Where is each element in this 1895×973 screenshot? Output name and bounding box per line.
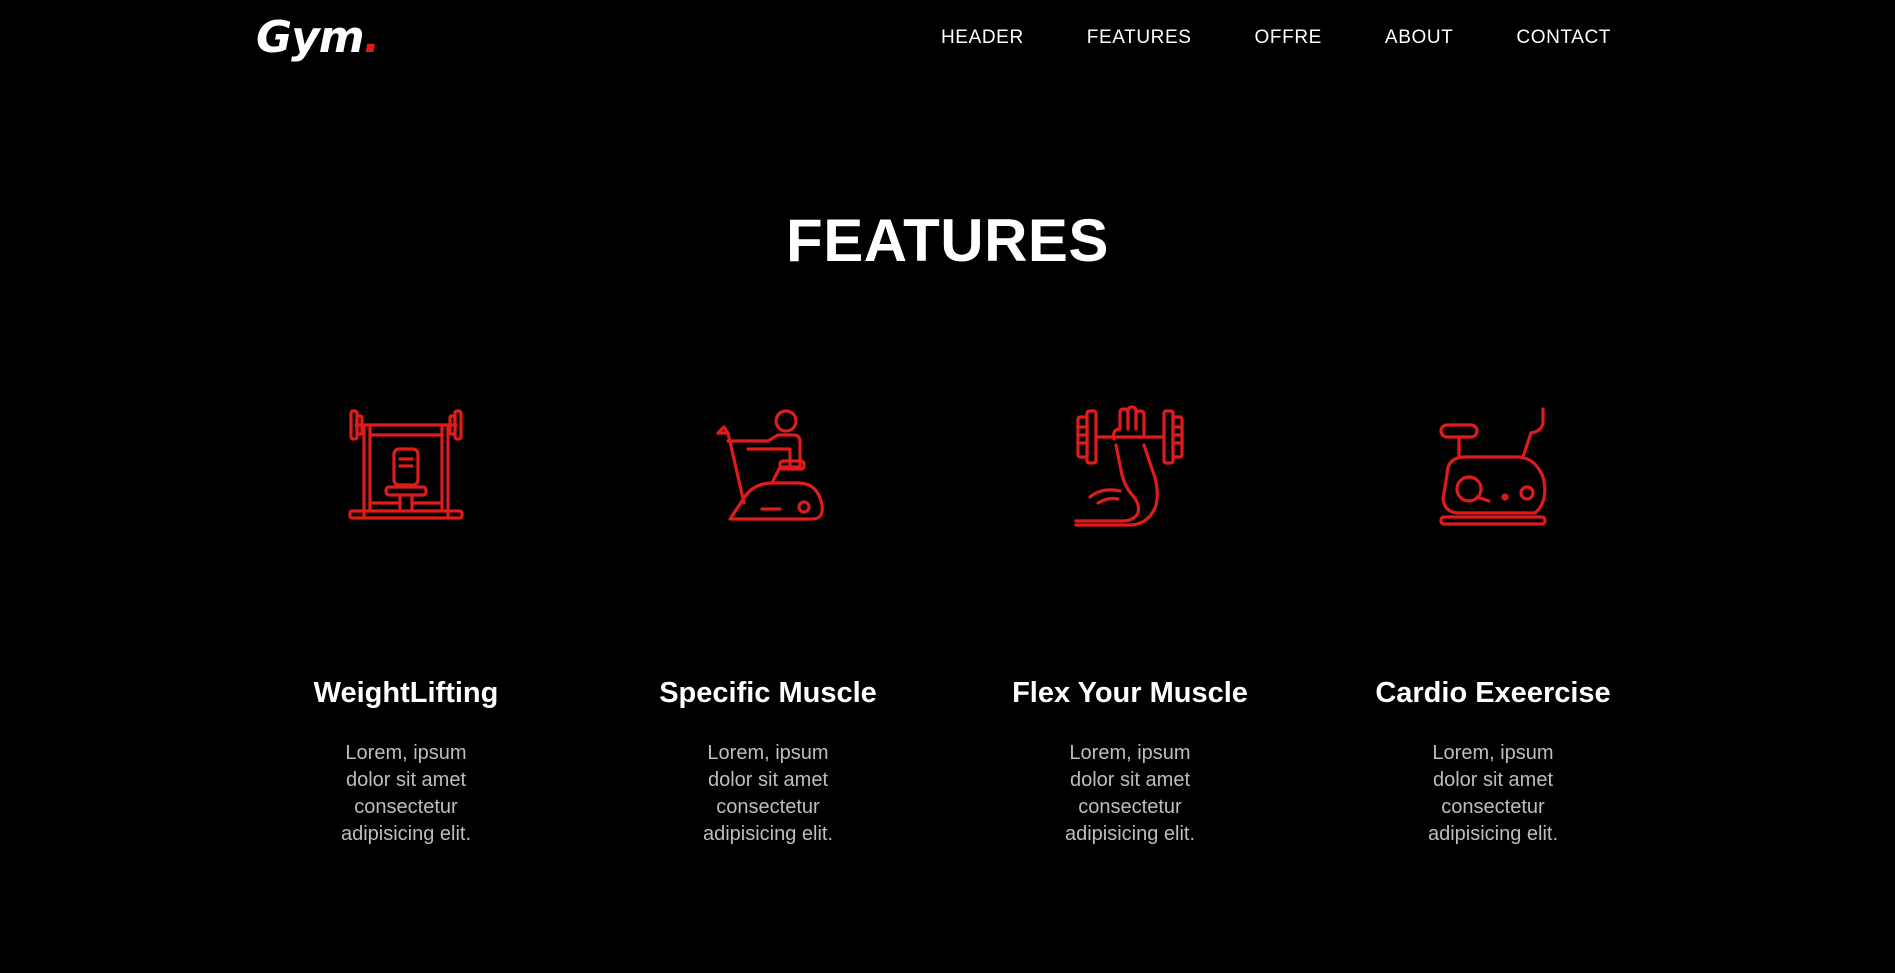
flexed-arm-dumbbell-icon bbox=[1068, 405, 1192, 529]
feature-title: WeightLifting bbox=[313, 677, 499, 709]
features-section: WeightLifting Lorem, ipsum dolor sit ame… bbox=[0, 0, 1895, 973]
feature-title: Flex Your Muscle bbox=[1012, 677, 1248, 709]
feature-title: Cardio Exeercise bbox=[1375, 677, 1611, 709]
feature-description: Lorem, ipsum dolor sit amet consectetur … bbox=[702, 742, 834, 845]
feature-description: Lorem, ipsum dolor sit amet consectetur … bbox=[340, 742, 472, 845]
feature-description: Lorem, ipsum dolor sit amet consectetur … bbox=[1064, 742, 1196, 845]
feature-title: Specific Muscle bbox=[659, 677, 877, 709]
page: Gym. HEADER FEATURES OFFRE ABOUT CONTACT… bbox=[0, 0, 1895, 973]
feature-description: Lorem, ipsum dolor sit amet consectetur … bbox=[1427, 742, 1559, 845]
exercise-bike-person-icon bbox=[706, 405, 830, 529]
stationary-bike-icon bbox=[1431, 405, 1555, 529]
weight-bench-icon bbox=[344, 405, 468, 529]
